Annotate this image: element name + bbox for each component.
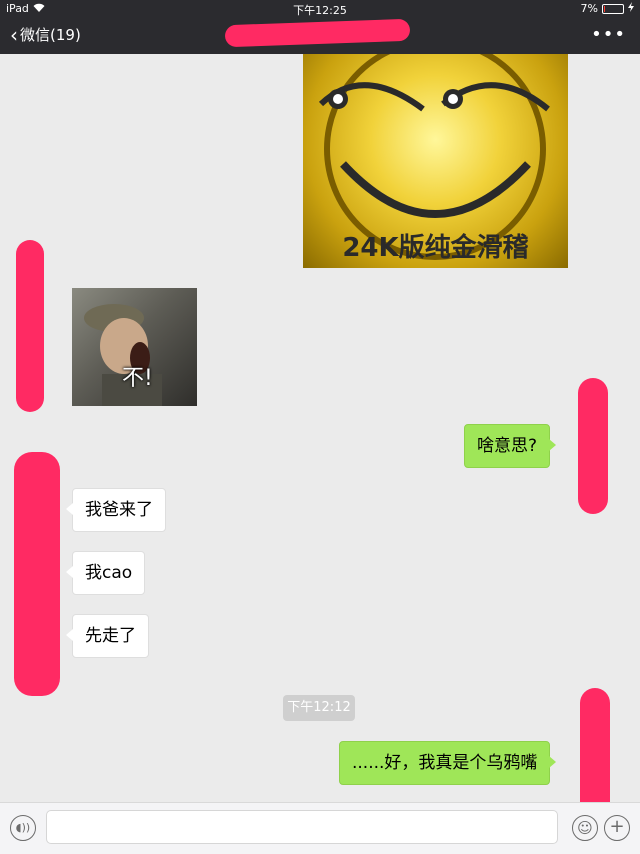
sent-message-bubble[interactable]: 啥意思? bbox=[464, 424, 557, 468]
status-time: 下午12:25 bbox=[293, 4, 347, 17]
avatar-redaction bbox=[580, 688, 610, 820]
status-right: 7% bbox=[581, 2, 634, 15]
sent-image-message[interactable]: 24K版纯金滑稽 bbox=[303, 54, 568, 268]
charging-icon bbox=[628, 2, 634, 15]
received-message-bubble[interactable]: 我爸来了 bbox=[66, 488, 166, 532]
sent-message-bubble[interactable]: ......好，我真是个乌鸦嘴 bbox=[339, 741, 557, 785]
battery-level bbox=[604, 5, 605, 12]
voice-input-icon[interactable]: ◖)) bbox=[10, 815, 36, 841]
message-timestamp: 下午12:12 bbox=[283, 695, 355, 721]
received-message-bubble[interactable]: 我cao bbox=[65, 551, 146, 595]
battery-icon bbox=[602, 3, 624, 14]
emoji-icon[interactable]: ☺ bbox=[572, 815, 598, 841]
back-label: 微信(19) bbox=[20, 26, 81, 44]
received-sticker-message[interactable]: 不! bbox=[72, 288, 197, 406]
add-attachment-icon[interactable]: + bbox=[604, 815, 630, 841]
battery-percent: 7% bbox=[580, 2, 598, 15]
avatar-redaction bbox=[578, 378, 608, 514]
status-bar: iPad 下午12:25 7% bbox=[0, 0, 640, 18]
message-input[interactable] bbox=[46, 810, 558, 844]
received-message-bubble[interactable]: 先走了 bbox=[66, 614, 149, 658]
sticker-caption: 不! bbox=[122, 366, 153, 391]
top-bar: iPad 下午12:25 7% ‹ 微信(19) ••• bbox=[0, 0, 640, 54]
chevron-left-icon: ‹ bbox=[10, 22, 18, 47]
avatar-redaction bbox=[16, 240, 44, 412]
avatar-redaction bbox=[14, 452, 60, 696]
image-caption: 24K版纯金滑稽 bbox=[342, 233, 529, 263]
input-bar: ◖)) ☺ + bbox=[0, 802, 640, 854]
more-button[interactable]: ••• bbox=[591, 24, 626, 45]
chat-area[interactable]: 24K版纯金滑稽 不! 啥意思? 我爸来了 我cao 先走了 下午12:12 .… bbox=[0, 54, 640, 820]
back-button[interactable]: ‹ 微信(19) bbox=[10, 24, 81, 45]
